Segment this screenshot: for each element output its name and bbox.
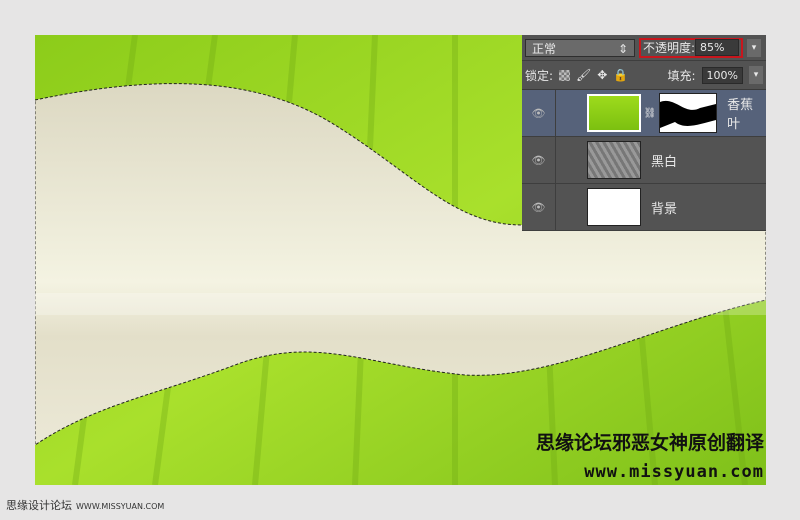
lock-transparency-icon[interactable] bbox=[559, 69, 571, 81]
fill-dropdown-button[interactable]: ▾ bbox=[749, 66, 763, 84]
opacity-input[interactable]: 85% bbox=[695, 39, 740, 56]
fill-input[interactable]: 100% bbox=[701, 66, 743, 84]
footer: 思缘设计论坛 WWW.MISSYUAN.COM bbox=[6, 497, 164, 513]
blend-mode-select[interactable]: 正常 ⇕ bbox=[525, 38, 635, 57]
lock-label: 锁定: bbox=[525, 68, 554, 83]
layers-panel: 正常 ⇕ 不透明度: 85% ▾ 锁定: 🖌 ✥ 🔒 填充: 100% ▾ 👁 ⛓… bbox=[522, 35, 766, 231]
layer-name: 香蕉叶 bbox=[727, 98, 754, 132]
layer-row[interactable]: 👁 背景 bbox=[522, 184, 766, 231]
link-icon[interactable]: ⛓ bbox=[644, 108, 657, 119]
lock-all-icon[interactable]: 🔒 bbox=[613, 68, 628, 82]
opacity-control: 不透明度: 85% bbox=[639, 37, 744, 58]
updown-icon: ⇕ bbox=[617, 41, 628, 56]
watermark-url: www.missyuan.com bbox=[584, 462, 764, 482]
visibility-eye-icon[interactable]: 👁 bbox=[522, 184, 556, 230]
layer-row[interactable]: 👁 ⛓ 香蕉叶 bbox=[522, 90, 766, 137]
opacity-label: 不透明度: bbox=[643, 41, 696, 55]
visibility-eye-icon[interactable]: 👁 bbox=[522, 90, 556, 136]
layer-mask-thumbnail[interactable] bbox=[659, 93, 718, 133]
footer-site: 思缘设计论坛 bbox=[6, 499, 72, 512]
lock-move-icon[interactable]: ✥ bbox=[597, 68, 607, 82]
layer-thumbnail bbox=[587, 188, 641, 226]
visibility-eye-icon[interactable]: 👁 bbox=[522, 137, 556, 183]
footer-url: WWW.MISSYUAN.COM bbox=[76, 502, 165, 511]
fill-label: 填充: bbox=[667, 68, 696, 83]
layer-name: 黑白 bbox=[651, 154, 678, 170]
watermark-title: 思缘论坛邪恶女神原创翻译 bbox=[535, 432, 764, 454]
layer-thumbnail bbox=[586, 94, 641, 132]
opacity-dropdown-button[interactable]: ▾ bbox=[747, 38, 762, 57]
layer-thumbnail bbox=[587, 141, 641, 179]
lock-brush-icon[interactable]: 🖌 bbox=[576, 68, 591, 82]
blend-mode-value: 正常 bbox=[532, 41, 557, 56]
layer-name: 背景 bbox=[651, 201, 678, 217]
layer-row[interactable]: 👁 黑白 bbox=[522, 137, 766, 184]
